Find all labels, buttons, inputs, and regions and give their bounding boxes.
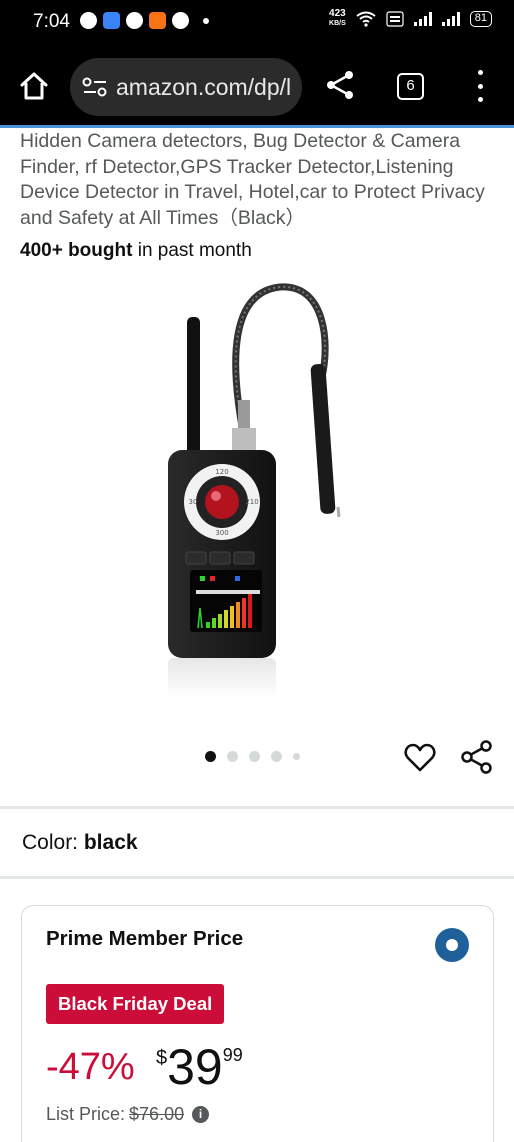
status-time: 7:04: [33, 11, 70, 32]
browser-toolbar: amazon.com/dp/l 6: [0, 44, 514, 126]
home-icon[interactable]: [18, 70, 50, 102]
discount-percent: -47%: [46, 1046, 135, 1088]
section-divider-2: [0, 876, 514, 879]
network-speed: 423 KB/S: [329, 9, 346, 29]
list-price-value: $76.00: [129, 1104, 185, 1124]
price-fraction: 99: [222, 1045, 243, 1065]
list-price: List Price: $76.00 i: [46, 1104, 210, 1125]
prime-price-label: Prime Member Price: [46, 927, 244, 950]
price-currency: $: [156, 1047, 168, 1069]
image-carousel-indicator[interactable]: [205, 751, 300, 762]
fan-icon: [172, 12, 189, 29]
page-load-progress: [0, 125, 514, 128]
overflow-menu-icon[interactable]: [470, 70, 490, 102]
speed-value: 423: [329, 8, 346, 19]
more-notifications-icon: [203, 17, 209, 24]
site-settings-icon[interactable]: [82, 77, 108, 97]
share-icon[interactable]: [325, 70, 355, 100]
purchase-count: 400+ bought in past month: [20, 240, 252, 262]
speed-unit: KB/S: [329, 20, 346, 27]
purchase-count-bold: 400+ bought: [20, 240, 133, 261]
color-label: Color:: [22, 831, 84, 854]
price-option-card[interactable]: Prime Member Price Black Friday Deal -47…: [21, 905, 494, 1142]
heart-icon[interactable]: [404, 742, 436, 774]
signal-icon-2: [441, 12, 460, 26]
carousel-dot-2[interactable]: [227, 751, 238, 762]
info-icon[interactable]: i: [192, 1106, 210, 1123]
carousel-dot-1[interactable]: [205, 751, 216, 762]
url-text[interactable]: amazon.com/dp/l: [116, 74, 291, 101]
battery-icon: 81: [469, 11, 492, 27]
signal-icon: [413, 12, 432, 26]
spotify-icon: [80, 12, 97, 29]
price: $ 39 99: [156, 1039, 243, 1095]
notification-icons: [80, 12, 209, 29]
svg-text:300: 300: [215, 529, 228, 537]
app-icon: [103, 12, 120, 29]
list-price-label: List Price:: [46, 1104, 126, 1124]
price-whole: 39: [167, 1039, 223, 1095]
wechat-icon: [126, 12, 143, 29]
address-bar[interactable]: amazon.com/dp/l: [70, 58, 302, 116]
product-title[interactable]: Hidden Camera detectors, Bug Detector & …: [20, 129, 490, 231]
tab-switcher-button[interactable]: 6: [397, 73, 424, 100]
store-icon: [149, 12, 166, 29]
svg-text:210: 210: [245, 498, 258, 506]
color-selector[interactable]: Color: black: [22, 831, 138, 855]
carousel-dot-5[interactable]: [293, 753, 300, 760]
price-option-radio[interactable]: [435, 928, 469, 962]
volte-icon: [386, 11, 404, 27]
carousel-dot-3[interactable]: [249, 751, 260, 762]
svg-text:120: 120: [215, 468, 228, 476]
purchase-count-rest: in past month: [132, 240, 252, 261]
deal-badge: Black Friday Deal: [46, 984, 225, 1024]
wifi-icon: [356, 11, 376, 27]
svg-text:30: 30: [189, 498, 198, 506]
color-value: black: [83, 831, 138, 854]
status-bar: 7:04 423 KB/S 81: [0, 0, 514, 44]
share-product-icon[interactable]: [461, 740, 493, 774]
section-divider: [0, 806, 514, 809]
carousel-dot-4[interactable]: [271, 751, 282, 762]
product-image[interactable]: 120 210 300 30: [160, 282, 360, 702]
status-right: 423 KB/S 81: [329, 9, 492, 29]
